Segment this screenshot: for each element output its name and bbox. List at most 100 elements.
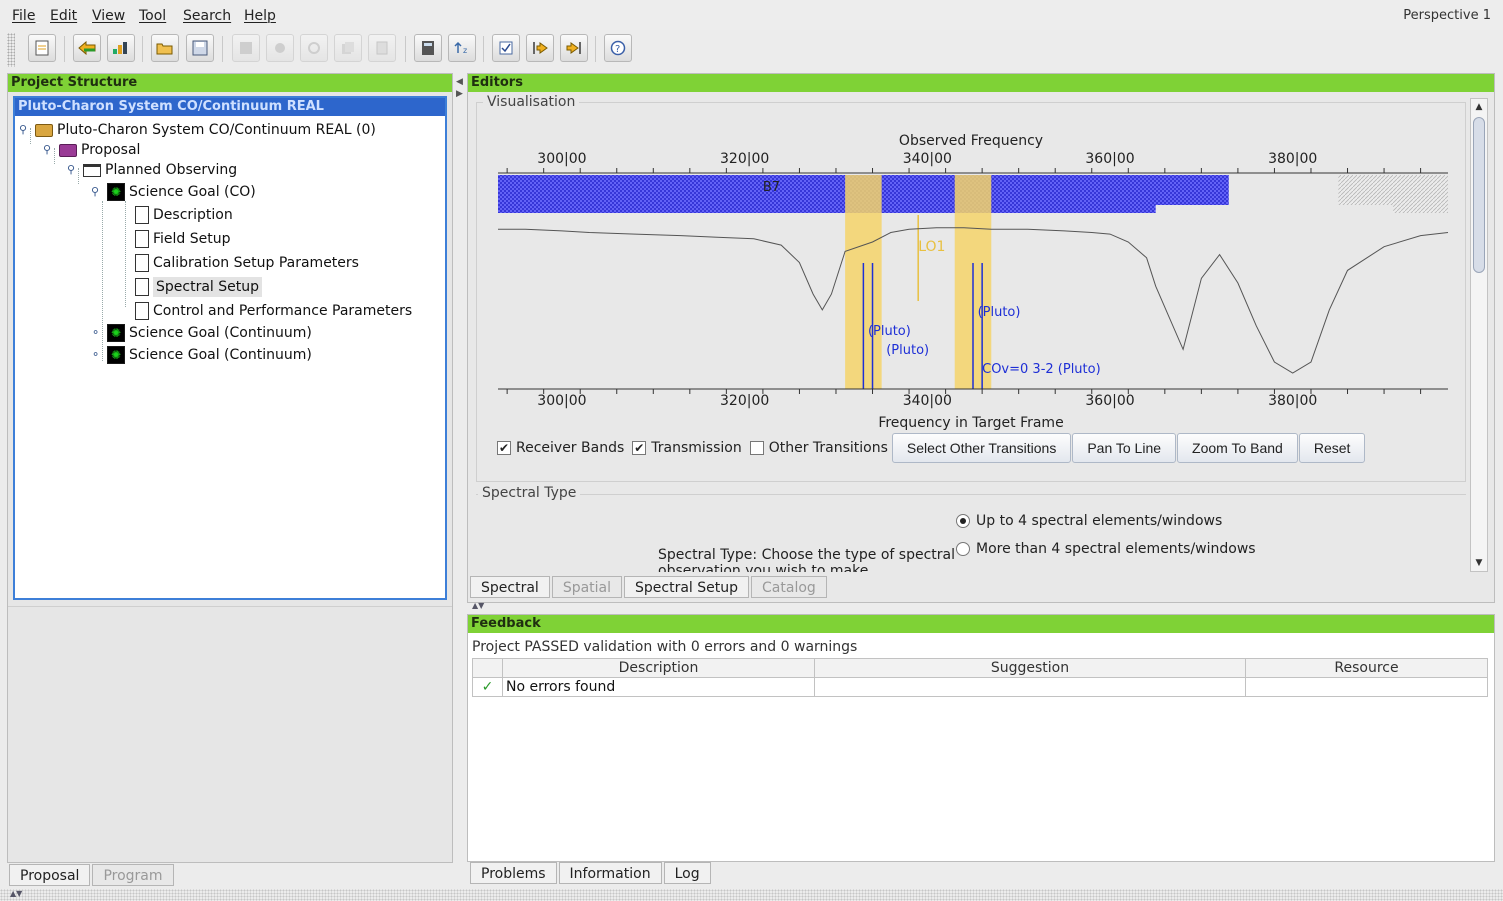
transmission-checkbox[interactable]: ✔ Transmission <box>632 440 742 456</box>
table-row[interactable]: ✓ No errors found <box>472 677 1488 697</box>
radio-up-to-4[interactable]: Up to 4 spectral elements/windows <box>956 513 1222 529</box>
svg-text:z: z <box>463 46 467 55</box>
tab-spectral[interactable]: Spectral <box>470 576 550 598</box>
tree-leaf-spectral-setup[interactable]: Spectral Setup <box>135 277 262 297</box>
column-header-suggestion[interactable]: Suggestion <box>814 658 1246 678</box>
tab-catalog[interactable]: Catalog <box>751 576 827 598</box>
split-pane-handle[interactable]: ◀ ▶ <box>453 73 467 863</box>
tree-science-goal-continuum-1[interactable]: ⚬ ✺ Science Goal (Continuum) <box>91 323 312 343</box>
tab-program[interactable]: Program <box>92 864 174 886</box>
toolbar-grip[interactable] <box>7 33 15 67</box>
collapse-left-icon[interactable]: ◀ <box>456 77 463 87</box>
top-tick-label: 300|00 <box>537 151 586 167</box>
tree-proposal-label: Proposal <box>81 142 141 158</box>
disabled-tool-5-button[interactable] <box>368 34 396 62</box>
tree-proposal[interactable]: ⚲ Proposal <box>43 140 140 160</box>
back-button[interactable] <box>73 34 101 62</box>
bottom-tick-label: 360|00 <box>1085 393 1134 409</box>
open-button[interactable] <box>151 34 179 62</box>
collapse-toggle-icon[interactable]: ⚬ <box>91 345 103 365</box>
project-structure-header: Project Structure <box>8 74 452 92</box>
scroll-up-icon[interactable]: ▲ <box>1471 99 1487 115</box>
disabled-tool-3-button[interactable] <box>300 34 328 62</box>
project-structure-panel: Project Structure Pluto-Charon System CO… <box>7 73 453 863</box>
checkbox-checked-icon: ✔ <box>497 441 511 455</box>
menu-search[interactable]: Search <box>183 8 231 24</box>
chart-button[interactable] <box>107 34 135 62</box>
pan-to-line-button[interactable]: Pan To Line <box>1072 433 1177 463</box>
disabled-tool-2-button[interactable] <box>266 34 294 62</box>
new-document-button[interactable] <box>28 34 56 62</box>
resize-arrows-icon[interactable]: ▲▼ <box>10 889 22 899</box>
document-icon <box>135 254 149 272</box>
expand-toggle-icon[interactable]: ⚲ <box>19 120 31 140</box>
tree-planned-observing[interactable]: ⚲ Planned Observing <box>67 160 237 180</box>
help-icon: ? <box>610 40 626 56</box>
scroll-down-icon[interactable]: ▼ <box>1471 555 1487 571</box>
selected-project-label[interactable]: Pluto-Charon System CO/Continuum REAL <box>15 98 445 116</box>
expand-toggle-icon[interactable]: ⚲ <box>91 182 103 202</box>
tree-root[interactable]: ⚲ Pluto-Charon System CO/Continuum REAL … <box>19 120 376 140</box>
tab-information[interactable]: Information <box>558 862 662 884</box>
resize-arrows-icon[interactable]: ▲▼ <box>472 601 484 610</box>
menu-file[interactable]: File <box>12 8 35 24</box>
collapse-toggle-icon[interactable]: ⚬ <box>91 323 103 343</box>
description-cell: No errors found <box>502 677 815 697</box>
save-button[interactable] <box>186 34 214 62</box>
tab-problems[interactable]: Problems <box>470 862 557 884</box>
disabled-tool-1-button[interactable] <box>232 34 260 62</box>
reset-button[interactable]: Reset <box>1298 433 1366 463</box>
tab-proposal[interactable]: Proposal <box>9 864 91 886</box>
tree-science-goal-continuum-2[interactable]: ⚬ ✺ Science Goal (Continuum) <box>91 345 312 365</box>
feedback-tabs: Problems Information Log <box>470 862 713 886</box>
editors-scrollbar[interactable]: ▲ ▼ <box>1470 98 1488 572</box>
import-button[interactable] <box>526 34 554 62</box>
transmission-label: Transmission <box>651 440 742 456</box>
gear-icon <box>240 42 252 54</box>
export-icon <box>566 42 581 54</box>
tree-leaf-description[interactable]: Description <box>135 205 233 225</box>
status-strip: ▲▼ <box>0 889 1503 901</box>
radio-label: More than 4 spectral elements/windows <box>976 541 1256 557</box>
tree-leaf-calibration[interactable]: Calibration Setup Parameters <box>135 253 359 273</box>
validate-button[interactable] <box>492 34 520 62</box>
star-icon <box>275 43 285 53</box>
expand-toggle-icon[interactable]: ⚲ <box>67 160 79 180</box>
zoom-to-band-button[interactable]: Zoom To Band <box>1177 433 1298 463</box>
tree-leaf-control-performance[interactable]: Control and Performance Parameters <box>135 301 412 321</box>
radio-more-than-4[interactable]: More than 4 spectral elements/windows <box>956 541 1256 557</box>
menu-tool[interactable]: Tool <box>139 8 166 24</box>
select-other-transitions-button[interactable]: Select Other Transitions <box>891 433 1072 463</box>
document-icon <box>35 40 49 56</box>
column-header-description[interactable]: Description <box>502 658 815 678</box>
tab-spectral-setup[interactable]: Spectral Setup <box>624 576 750 598</box>
column-header-resource[interactable]: Resource <box>1245 658 1488 678</box>
menu-view[interactable]: View <box>92 8 125 24</box>
project-tree[interactable]: Pluto-Charon System CO/Continuum REAL ⚲ … <box>13 96 447 600</box>
tree-leaf-field-setup[interactable]: Field Setup <box>135 229 231 249</box>
disabled-tool-4-button[interactable] <box>334 34 362 62</box>
tab-log[interactable]: Log <box>663 862 711 884</box>
expand-right-icon[interactable]: ▶ <box>456 89 463 99</box>
scrollbar-thumb[interactable] <box>1473 117 1485 273</box>
x-axis-label: Frequency in Target Frame <box>878 415 1063 431</box>
editor-tabs: Spectral Spatial Spectral Setup Catalog <box>470 576 829 600</box>
receiver-bands-checkbox[interactable]: ✔ Receiver Bands <box>497 440 624 456</box>
help-button[interactable]: ? <box>604 34 632 62</box>
spectral-chart[interactable]: Observed Frequency B7 LO1 (Pluto) (Pluto) (Pl… <box>481 111 1461 441</box>
menu-help[interactable]: Help <box>244 8 276 24</box>
menu-edit[interactable]: Edit <box>50 8 77 24</box>
other-transitions-checkbox[interactable]: Other Transitions <box>749 440 888 456</box>
checkbox-unchecked-icon <box>749 441 764 455</box>
expand-toggle-icon[interactable]: ⚲ <box>43 140 55 160</box>
calculator-button[interactable] <box>414 34 442 62</box>
tab-spatial[interactable]: Spatial <box>551 576 623 598</box>
document-icon <box>135 230 149 248</box>
tree-science-goal-co[interactable]: ⚲ ✺ Science Goal (CO) <box>91 182 256 202</box>
export-button[interactable] <box>560 34 588 62</box>
sort-button[interactable]: z <box>448 34 476 62</box>
perspective-label[interactable]: Perspective 1 <box>1403 8 1491 23</box>
top-tick-label: 340|00 <box>903 151 952 167</box>
radio-label: Up to 4 spectral elements/windows <box>976 513 1223 529</box>
radio-selected-icon <box>956 514 970 528</box>
